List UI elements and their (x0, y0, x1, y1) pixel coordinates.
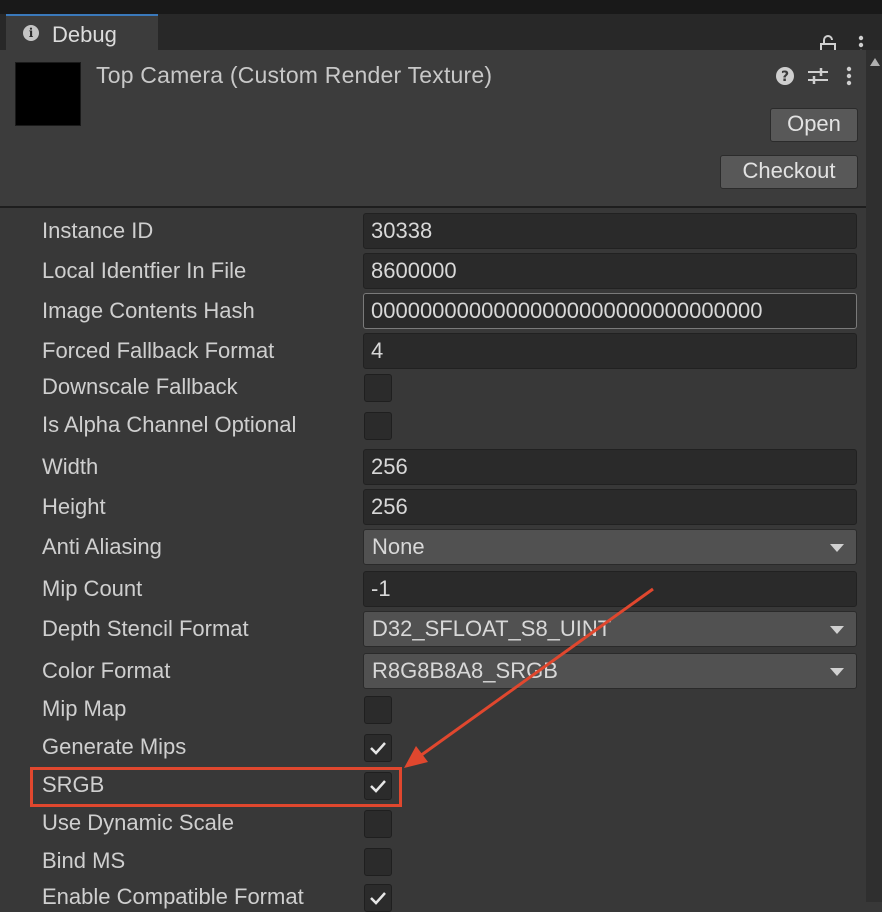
mip-map-label: Mip Map (42, 696, 127, 721)
anti-aliasing-value: None (372, 534, 425, 559)
tab-bar: i Debug (0, 14, 882, 55)
width-field[interactable]: 256 (363, 449, 857, 485)
tab-debug[interactable]: i Debug (6, 14, 158, 50)
svg-text:?: ? (781, 69, 789, 85)
generate-mips-label: Generate Mips (42, 734, 187, 759)
forced-fallback-field[interactable]: 4 (363, 333, 857, 369)
height-label: Height (42, 494, 106, 519)
mip-count-field[interactable]: -1 (363, 571, 857, 607)
color-format-dropdown[interactable]: R8G8B8A8_SRGB (363, 653, 857, 689)
chevron-down-icon (830, 626, 844, 634)
image-hash-label: Image Contents Hash (42, 298, 255, 323)
chevron-down-icon (830, 668, 844, 676)
srgb-label: SRGB (42, 772, 105, 797)
asset-title: Top Camera (Custom Render Texture) (96, 62, 493, 88)
image-hash-field[interactable]: 00000000000000000000000000000000 (363, 293, 857, 329)
settings-icon[interactable] (806, 65, 830, 87)
local-identifier-field[interactable]: 8600000 (363, 253, 857, 289)
srgb-checkbox[interactable] (364, 772, 392, 800)
dynamic-scale-label: Use Dynamic Scale (42, 810, 234, 835)
color-format-value: R8G8B8A8_SRGB (372, 658, 558, 683)
mip-count-label: Mip Count (42, 576, 143, 601)
tab-label: Debug (52, 22, 117, 47)
title-strip (0, 0, 882, 14)
bind-ms-checkbox[interactable] (364, 848, 392, 876)
anti-aliasing-label: Anti Aliasing (42, 534, 162, 559)
bind-ms-label: Bind MS (42, 848, 126, 873)
width-label: Width (42, 454, 99, 479)
depth-stencil-value: D32_SFLOAT_S8_UINT (372, 616, 612, 641)
compatible-format-checkbox[interactable] (364, 884, 392, 912)
anti-aliasing-dropdown[interactable]: None (363, 529, 857, 565)
local-identifier-label: Local Identfier In File (42, 258, 247, 283)
inspector-header: Top Camera (Custom Render Texture) ? Ope… (0, 50, 866, 206)
dynamic-scale-checkbox[interactable] (364, 810, 392, 838)
open-button[interactable]: Open (770, 108, 858, 142)
instance-id-field[interactable]: 30338 (363, 213, 857, 249)
help-icon[interactable]: ? (774, 65, 796, 87)
checkmark-icon (370, 780, 386, 793)
depth-stencil-dropdown[interactable]: D32_SFLOAT_S8_UINT (363, 611, 857, 647)
instance-id-label: Instance ID (42, 218, 154, 243)
header-divider (0, 206, 866, 208)
depth-stencil-label: Depth Stencil Format (42, 616, 249, 641)
downscale-fallback-label: Downscale Fallback (42, 374, 238, 399)
forced-fallback-label: Forced Fallback Format (42, 338, 275, 363)
height-field[interactable]: 256 (363, 489, 857, 525)
compatible-format-label: Enable Compatible Format (42, 884, 304, 909)
texture-preview-thumbnail (15, 62, 81, 126)
info-icon: i (23, 25, 39, 41)
alpha-optional-checkbox[interactable] (364, 412, 392, 440)
mip-map-checkbox[interactable] (364, 696, 392, 724)
menu-icon[interactable] (842, 64, 856, 88)
alpha-optional-label: Is Alpha Channel Optional (42, 412, 297, 437)
downscale-fallback-checkbox[interactable] (364, 374, 392, 402)
checkmark-icon (370, 742, 386, 755)
chevron-down-icon (830, 544, 844, 552)
checkout-button[interactable]: Checkout (720, 155, 858, 189)
color-format-label: Color Format (42, 658, 171, 683)
scroll-up-arrow-icon[interactable] (870, 58, 880, 66)
scrollbar[interactable] (866, 50, 882, 902)
generate-mips-checkbox[interactable] (364, 734, 392, 762)
checkmark-icon (370, 892, 386, 905)
